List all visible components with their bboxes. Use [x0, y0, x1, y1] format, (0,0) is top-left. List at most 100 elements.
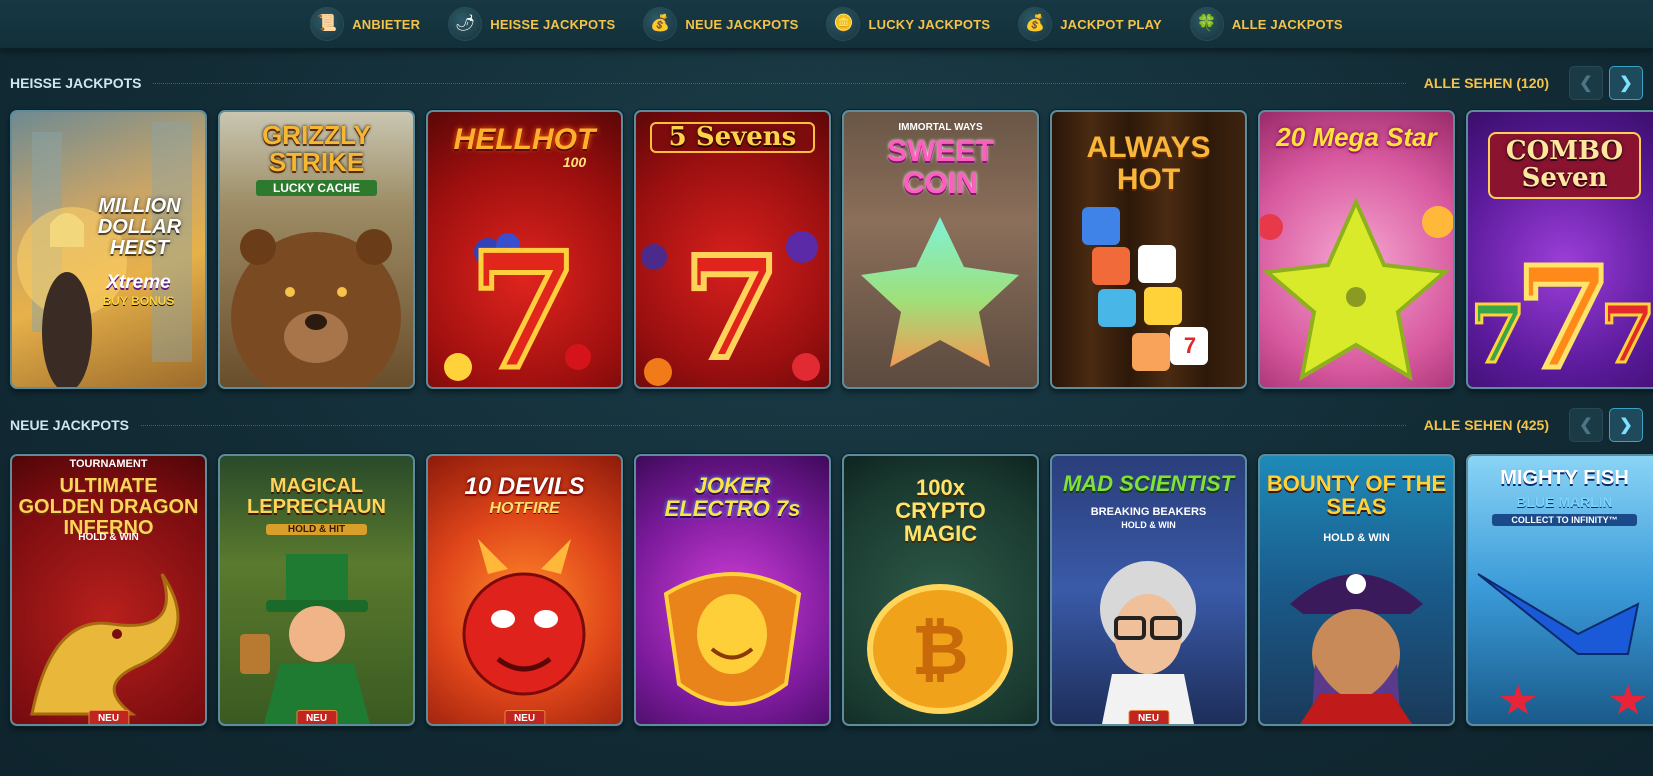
nav-label: JACKPOT PLAY	[1060, 16, 1162, 32]
nav-label: NEUE JACKPOTS	[685, 16, 799, 32]
game-card[interactable]: JOKER ELECTRO 7s	[634, 454, 831, 726]
prev-arrow-button[interactable]: ❮	[1569, 66, 1603, 100]
scroll-icon: 📜	[310, 7, 345, 41]
section-header-heisse-jackpots: HEISSE JACKPOTS ALLE SEHEN (120) ❮ ❯	[10, 66, 1643, 100]
game-title: ALWAYS HOT	[1086, 131, 1211, 196]
game-subtitle: HOLD & WIN	[1323, 532, 1390, 544]
game-card[interactable]: 7 5 Sevens	[634, 110, 831, 389]
top-navigation: 📜 ANBIETER 🌶 HEISSE JACKPOTS 💰 NEUE JACK…	[0, 0, 1653, 50]
nav-label: LUCKY JACKPOTS	[868, 16, 991, 32]
nav-label: ALLE JACKPOTS	[1231, 16, 1343, 32]
game-card[interactable]: TOURNAMENT ULTIMATE GOLDEN DRAGON INFERN…	[10, 454, 207, 726]
game-subtitle: HOTFIRE	[489, 500, 560, 517]
see-all-link[interactable]: ALLE SEHEN (120)	[1424, 75, 1549, 91]
new-badge: NEU	[1127, 710, 1170, 724]
coin-bag-icon: 💰	[1018, 7, 1053, 41]
nav-label: ANBIETER	[352, 16, 421, 32]
nav-item-neue-jackpots[interactable]: 💰 NEUE JACKPOTS	[643, 7, 798, 41]
game-title: BOUNTY OF THE SEAS	[1266, 471, 1447, 520]
game-subtitle: HOLD & WIN	[78, 532, 139, 543]
nav-label: HEISSE JACKPOTS	[490, 16, 616, 32]
game-subtitle: HOLD & HIT	[266, 524, 367, 535]
marlin-art	[1477, 573, 1646, 714]
new-badge: NEU	[295, 710, 338, 724]
bear-art	[231, 229, 401, 387]
game-title: GRIZZLY STRIKE	[262, 120, 371, 178]
nav-item-lucky-jackpots[interactable]: 🪙 LUCKY JACKPOTS	[826, 7, 990, 41]
game-title: 5 Sevens	[650, 122, 815, 154]
dragon-art	[30, 573, 180, 716]
game-card[interactable]: MILLION DOLLAR HEIST Xtreme BUY BONUS	[10, 110, 207, 389]
game-subtitle: BREAKING BEAKERS	[1090, 506, 1207, 518]
clover-icon: 🍀	[1189, 7, 1224, 41]
divider	[141, 424, 1406, 426]
triple-seven-art: 7 7 7	[1469, 235, 1653, 388]
next-arrow-button[interactable]: ❯	[1609, 66, 1643, 100]
new-badge: NEU	[503, 710, 546, 724]
section-title: NEUE JACKPOTS	[10, 417, 130, 433]
svg-text:7: 7	[683, 227, 780, 387]
dice-art: 7	[1082, 207, 1208, 371]
divider	[153, 82, 1406, 84]
game-subtitle: BLUE MARLIN	[1516, 494, 1613, 510]
svg-text:₿: ₿	[911, 611, 968, 689]
game-card[interactable]: BOUNTY OF THE SEAS HOLD & WIN	[1258, 454, 1455, 726]
game-title: MIGHTY FISH	[1500, 467, 1629, 489]
game-tag: TOURNAMENT	[69, 458, 148, 470]
pirate-art	[1290, 574, 1423, 724]
game-title: MAD SCIENTIST	[1062, 471, 1235, 496]
prev-arrow-button[interactable]: ❮	[1569, 408, 1603, 442]
svg-text:7: 7	[1184, 333, 1196, 358]
game-card[interactable]: 7 HELLHOT 100	[426, 110, 623, 389]
chili-icon: 🌶	[448, 7, 483, 41]
game-row-heisse-jackpots: MILLION DOLLAR HEIST Xtreme BUY BONUS GR…	[10, 110, 1653, 389]
game-title: 20 Mega Star	[1276, 122, 1437, 152]
game-subtitle: 100	[562, 154, 587, 170]
game-card[interactable]: MAD SCIENTIST BREAKING BEAKERS HOLD & WI…	[1050, 454, 1247, 726]
next-arrow-button[interactable]: ❯	[1609, 408, 1643, 442]
game-tag: HOLD & WIN	[1121, 520, 1176, 530]
svg-text:7: 7	[1515, 237, 1612, 387]
game-card[interactable]: ₿ 100x CRYPTO MAGIC	[842, 454, 1039, 726]
game-subtitle: LUCKY CACHE	[256, 180, 377, 196]
game-card[interactable]: 7 ALWAYS HOT	[1050, 110, 1247, 389]
game-tag: BUY BONUS	[102, 294, 175, 308]
section-title: HEISSE JACKPOTS	[10, 75, 142, 91]
gummy-star-art	[861, 217, 1019, 367]
joker-art	[663, 572, 802, 706]
game-card[interactable]: 7 7 7 COMBO Seven	[1466, 110, 1653, 389]
game-card[interactable]: MAGICAL LEPRECHAUN HOLD & HIT NEU	[218, 454, 415, 726]
starfruit-art	[1260, 197, 1453, 381]
see-all-link[interactable]: ALLE SEHEN (425)	[1424, 417, 1549, 433]
game-title: COMBO Seven	[1488, 132, 1641, 199]
scientist-art	[1100, 561, 1196, 724]
new-badge: NEU	[87, 710, 130, 724]
nav-item-anbieter[interactable]: 📜 ANBIETER	[310, 7, 420, 41]
section-header-neue-jackpots: NEUE JACKPOTS ALLE SEHEN (425) ❮ ❯	[10, 408, 1643, 442]
game-card[interactable]: 10 DEVILS HOTFIRE NEU	[426, 454, 623, 726]
svg-text:7: 7	[468, 217, 579, 387]
nav-item-alle-jackpots[interactable]: 🍀 ALLE JACKPOTS	[1189, 7, 1343, 41]
nav-item-heisse-jackpots[interactable]: 🌶 HEISSE JACKPOTS	[448, 7, 615, 41]
game-title: SWEET COIN	[887, 135, 994, 200]
game-title: 10 DEVILS	[464, 473, 585, 500]
game-card[interactable]: MIGHTY FISH BLUE MARLIN COLLECT TO INFIN…	[1466, 454, 1653, 726]
money-bag-icon: 💰	[643, 7, 678, 41]
coins-icon: 🪙	[826, 7, 861, 41]
game-title: 100x CRYPTO MAGIC	[895, 475, 986, 547]
game-card[interactable]: IMMORTAL WAYS SWEET COIN	[842, 110, 1039, 389]
game-tag: COLLECT TO INFINITY™	[1492, 514, 1637, 526]
nav-item-jackpot-play[interactable]: 💰 JACKPOT PLAY	[1018, 7, 1162, 41]
game-card[interactable]: 20 Mega Star	[1258, 110, 1455, 389]
game-card[interactable]: GRIZZLY STRIKE LUCKY CACHE	[218, 110, 415, 389]
leprechaun-art	[240, 554, 370, 724]
game-row-neue-jackpots: TOURNAMENT ULTIMATE GOLDEN DRAGON INFERN…	[10, 454, 1653, 726]
game-subtitle: Xtreme	[106, 272, 171, 293]
devil-art	[462, 539, 586, 696]
bitcoin-coin-art: ₿	[867, 584, 1013, 714]
game-title: MAGICAL LEPRECHAUN	[247, 475, 386, 518]
game-subtitle: IMMORTAL WAYS	[898, 122, 983, 133]
game-title: HELLHOT	[453, 123, 596, 156]
game-title: JOKER ELECTRO 7s	[664, 473, 801, 522]
seven-art: 7	[641, 224, 820, 387]
